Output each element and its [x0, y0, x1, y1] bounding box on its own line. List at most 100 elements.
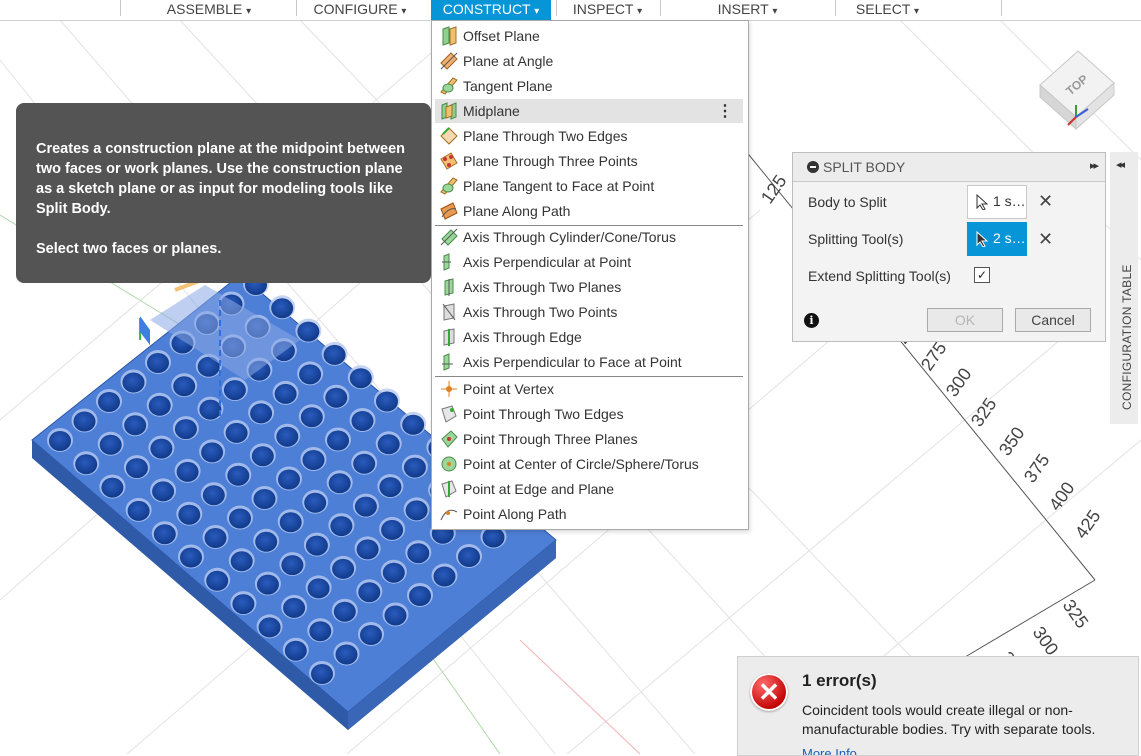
plate-hole-inner [351, 411, 374, 431]
menu-item-axis-two-points[interactable]: Axis Through Two Points [435, 300, 743, 324]
plate-hole-inner [276, 426, 299, 447]
menu-item-label: Point at Edge and Plane [463, 481, 615, 497]
tab-configure[interactable]: CONFIGURE ▾ [300, 0, 420, 20]
offset-plane-icon [439, 26, 459, 46]
axis-edge-icon [439, 327, 459, 347]
plate-hole-inner [384, 605, 407, 626]
toolbar: ASSEMBLE ▾ CONFIGURE ▾ CONSTRUCT ▾ INSPE… [0, 0, 1141, 21]
clear-tool-selection-icon[interactable]: ✕ [1038, 229, 1053, 250]
plate-hole-inner [176, 461, 199, 482]
viewcube[interactable]: TOP [1030, 45, 1125, 135]
cursor-icon [976, 230, 989, 250]
menu-item-point-three-planes[interactable]: Point Through Three Planes [435, 427, 743, 451]
fast-forward-icon[interactable]: ▸▸ [1090, 159, 1099, 172]
ok-button[interactable]: OK [927, 308, 1003, 332]
plane-at-angle-icon [439, 51, 459, 71]
plate-hole-inner [256, 574, 279, 595]
collapse-icon[interactable] [807, 161, 819, 173]
tab-construct[interactable]: CONSTRUCT ▾ [431, 0, 551, 20]
plate-hole-inner [73, 411, 96, 432]
cancel-button[interactable]: Cancel [1015, 308, 1091, 332]
more-options-icon[interactable]: ⋮ [717, 101, 733, 121]
plate-hole-inner [409, 586, 431, 606]
chevron-down-icon: ▾ [914, 6, 920, 17]
tooltip-description: Creates a construction plane at the midp… [36, 141, 406, 217]
menu-item-point-along-path[interactable]: Point Along Path [435, 502, 743, 526]
extend-splitting-tool-checkbox[interactable]: ✓ [974, 267, 990, 283]
splitting-tool-selector[interactable]: 2 s… [967, 222, 1027, 256]
plate-hole-inner [230, 551, 253, 572]
plate-hole-inner [274, 383, 297, 404]
plate-hole-inner [125, 458, 148, 479]
menu-item-axis-edge[interactable]: Axis Through Edge [435, 325, 743, 349]
tab-insert[interactable]: INSERT ▾ [665, 0, 830, 20]
plate-hole-inner [173, 376, 196, 397]
menu-item-plane-tangent-face[interactable]: Plane Tangent to Face at Point [435, 174, 743, 198]
plate-hole-inner [153, 524, 176, 545]
menu-item-axis-perpendicular-point[interactable]: Axis Perpendicular at Point [435, 250, 743, 274]
plate-hole-inner [148, 395, 171, 416]
plate-hole-inner [279, 512, 302, 533]
menu-item-tangent-plane[interactable]: Tangent Plane [435, 74, 743, 98]
menu-item-axis-two-planes[interactable]: Axis Through Two Planes [435, 275, 743, 299]
menu-item-point-two-edges[interactable]: Point Through Two Edges [435, 402, 743, 426]
menu-item-label: Axis Perpendicular to Face at Point [463, 354, 682, 370]
menu-item-offset-plane[interactable]: Offset Plane [435, 24, 743, 48]
plate-hole-inner [328, 473, 351, 494]
plate-hole-inner [360, 625, 382, 645]
plate-hole-inner [307, 578, 330, 599]
plate-hole-inner [300, 407, 323, 428]
menu-item-plane-at-angle[interactable]: Plane at Angle [435, 49, 743, 73]
configuration-table-tab[interactable]: ◂◂ CONFIGURATION TABLE [1110, 152, 1138, 424]
menu-item-point-vertex[interactable]: Point at Vertex [435, 377, 743, 401]
chevron-down-icon: ▾ [637, 6, 643, 17]
midplane-tooltip: Creates a construction plane at the midp… [16, 103, 431, 283]
menu-item-plane-two-edges[interactable]: Plane Through Two Edges [435, 124, 743, 148]
plate-hole-inner [284, 640, 307, 661]
plate-hole-inner [381, 519, 404, 540]
point-two-edges-icon [439, 404, 459, 424]
toolbar-separator [660, 0, 661, 16]
plate-hole-inner [147, 353, 169, 373]
menu-item-plane-along-path[interactable]: Plane Along Path [435, 199, 743, 223]
plate-hole-inner [299, 364, 322, 385]
clear-body-selection-icon[interactable]: ✕ [1038, 191, 1053, 212]
plate-hole-inner [250, 403, 273, 424]
plate-hole-inner [152, 481, 175, 502]
menu-item-axis-perpendicular-face[interactable]: Axis Perpendicular to Face at Point [435, 350, 743, 374]
plate-hole-inner [309, 621, 332, 642]
chevron-down-icon: ▾ [401, 6, 407, 17]
plate-hole-inner [122, 372, 145, 393]
menu-item-midplane[interactable]: Midplane ⋮ [435, 99, 743, 123]
chevron-down-icon: ▾ [534, 6, 540, 17]
plate-hole-inner [223, 380, 246, 401]
plate-hole-inner [150, 438, 173, 459]
menu-item-point-center[interactable]: Point at Center of Circle/Sphere/Torus [435, 452, 743, 476]
ruler-label: 375 [1020, 450, 1054, 486]
ruler-label: 400 [1045, 478, 1079, 514]
menu-item-axis-cylinder[interactable]: Axis Through Cylinder/Cone/Torus [435, 225, 743, 249]
tab-insert-label: INSERT [717, 1, 769, 17]
ruler-label: 275 [917, 338, 951, 374]
cursor-icon [976, 193, 989, 213]
menu-item-label: Plane at Angle [463, 53, 554, 69]
chevron-down-icon: ▾ [246, 6, 252, 17]
body-to-split-value: 1 s… [993, 193, 1026, 209]
error-notification: ✕ 1 error(s) Coincident tools would crea… [737, 656, 1139, 756]
menu-item-plane-three-points[interactable]: Plane Through Three Points [435, 149, 743, 173]
plate-hole-inner [251, 446, 274, 467]
body-to-split-selector[interactable]: 1 s… [967, 185, 1027, 219]
toolbar-separator [296, 0, 297, 16]
menu-item-label: Point Through Two Edges [463, 406, 624, 422]
chevron-down-icon: ▾ [772, 6, 778, 17]
tab-select[interactable]: SELECT ▾ [840, 0, 935, 20]
tab-assemble[interactable]: ASSEMBLE ▾ [130, 0, 288, 20]
point-vertex-icon [439, 379, 459, 399]
menu-item-point-edge-plane[interactable]: Point at Edge and Plane [435, 477, 743, 501]
plate-hole-inner [201, 442, 224, 463]
info-icon[interactable]: i [804, 313, 819, 328]
tab-inspect[interactable]: INSPECT ▾ [560, 0, 655, 20]
construct-menu: Offset Plane Plane at Angle Tangent Plan… [431, 20, 749, 530]
plate-hole-inner [124, 415, 147, 436]
plate-hole-inner [323, 344, 346, 365]
